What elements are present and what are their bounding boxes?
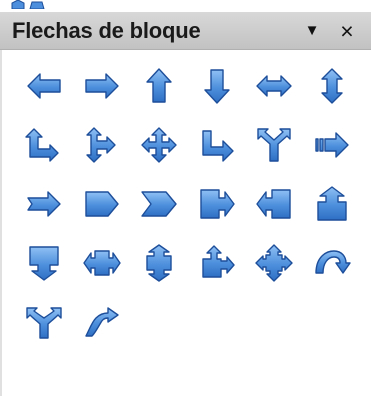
four-way-arrow-icon: [141, 127, 177, 163]
up-arrow-icon: [146, 68, 172, 103]
top-strip: [0, 0, 371, 12]
shape-button[interactable]: [24, 243, 64, 283]
partial-toolbar-icon: [11, 0, 45, 9]
shape-button[interactable]: [82, 66, 122, 106]
split-round-arrow-icon: [26, 307, 62, 339]
up-down-arrow-callout-icon: [146, 244, 172, 282]
up-right-arrow-icon: [25, 128, 59, 162]
shape-button[interactable]: [197, 243, 237, 283]
shape-button[interactable]: [197, 184, 237, 224]
up-down-arrow-icon: [320, 68, 343, 104]
shape-button[interactable]: [254, 66, 294, 106]
down-arrow-icon: [203, 69, 230, 104]
panel-titlebar[interactable]: Flechas de bloque ▼ ×: [0, 12, 371, 50]
shape-button[interactable]: [254, 184, 294, 224]
shape-button[interactable]: [82, 184, 122, 224]
shape-button[interactable]: [24, 302, 64, 342]
shape-button[interactable]: [312, 243, 352, 283]
shape-button[interactable]: [312, 66, 352, 106]
panel-menu-button[interactable]: ▼: [300, 18, 324, 44]
left-arrow-callout-icon: [256, 189, 291, 219]
shape-button[interactable]: [139, 184, 179, 224]
s-shaped-arrow-icon: [84, 307, 119, 337]
shape-button[interactable]: [24, 125, 64, 165]
shape-button[interactable]: [139, 66, 179, 106]
shape-button[interactable]: [24, 184, 64, 224]
shape-button[interactable]: [197, 66, 237, 106]
shape-button[interactable]: [82, 125, 122, 165]
shape-button[interactable]: [254, 125, 294, 165]
shape-button[interactable]: [139, 243, 179, 283]
four-way-arrow-callout-icon: [255, 244, 293, 282]
shape-button[interactable]: [312, 184, 352, 224]
right-arrow-icon: [84, 73, 119, 99]
circular-arrow-icon: [314, 250, 351, 274]
shape-button[interactable]: [82, 243, 122, 283]
shape-button[interactable]: [139, 125, 179, 165]
up-right-down-arrow-icon: [85, 127, 116, 163]
pentagon-icon: [84, 191, 119, 217]
shape-button[interactable]: [254, 243, 294, 283]
notched-right-arrow-icon: [27, 191, 61, 217]
corner-right-arrow-icon: [201, 130, 234, 162]
split-arrow-icon: [257, 128, 291, 162]
shape-button[interactable]: [24, 66, 64, 106]
up-right-arrow-callout-icon: [201, 245, 235, 278]
left-right-arrow-icon: [256, 75, 292, 97]
shapes-grid: [0, 50, 371, 396]
up-arrow-callout-icon: [316, 186, 347, 221]
left-right-arrow-callout-icon: [82, 250, 121, 276]
striped-right-arrow-icon: [314, 132, 349, 158]
chevron-icon: [141, 191, 177, 217]
down-arrow-callout-icon: [29, 246, 59, 281]
shape-button[interactable]: [197, 125, 237, 165]
panel-title: Flechas de bloque: [12, 18, 201, 43]
left-arrow-icon: [27, 73, 61, 99]
shape-button[interactable]: [312, 125, 352, 165]
panel-close-button[interactable]: ×: [334, 17, 360, 45]
block-arrows-panel: Flechas de bloque ▼ ×: [0, 12, 371, 396]
shape-button[interactable]: [82, 302, 122, 342]
right-arrow-callout-icon: [199, 189, 235, 219]
